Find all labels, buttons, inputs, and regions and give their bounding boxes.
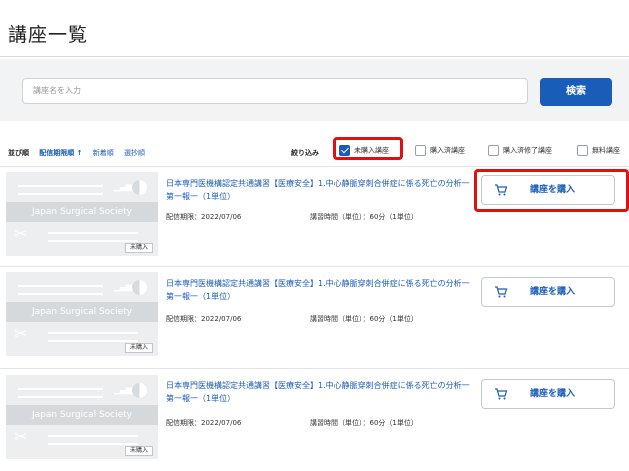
course-thumbnail[interactable]: ▁▃▅ Japan Surgical Society ✂ 未購入 bbox=[6, 375, 158, 459]
status-badge: 未購入 bbox=[125, 343, 153, 353]
status-badge: 未購入 bbox=[125, 446, 153, 456]
scissors-icon: ✂ bbox=[14, 427, 28, 446]
search-input[interactable]: 講座名を入力 bbox=[22, 78, 528, 104]
title-divider bbox=[0, 56, 629, 57]
cart-icon bbox=[495, 286, 508, 298]
checkbox-icon[interactable] bbox=[415, 145, 426, 156]
filter-purchased-completed[interactable]: 購入済修了講座 bbox=[488, 145, 552, 156]
course-divider bbox=[0, 266, 629, 267]
buy-course-button[interactable]: 講座を購入 bbox=[481, 277, 615, 307]
course-divider bbox=[0, 368, 629, 369]
filter-label: 絞り込み bbox=[291, 149, 319, 157]
course-deadline: 配信期限：2022/07/06 bbox=[166, 213, 242, 221]
sort-option-newest[interactable]: 新着順 bbox=[93, 149, 114, 157]
highlight-box bbox=[333, 137, 403, 160]
signal-icon: ▁▃▅ bbox=[114, 385, 133, 395]
sort-option-deadline[interactable]: 配信期限順 ↑ bbox=[39, 149, 82, 157]
thumbnail-society: Japan Surgical Society bbox=[6, 302, 158, 322]
course-title-link[interactable]: 日本専門医機構認定共通講習【医療安全】1.中心静脈穿刺合併症に係る死亡の分析一第… bbox=[166, 379, 476, 405]
signal-icon: ▁▃▅ bbox=[114, 282, 133, 292]
course-divider bbox=[0, 166, 629, 167]
filter-purchased[interactable]: 購入済講座 bbox=[415, 145, 465, 156]
course-thumbnail[interactable]: ▁▃▅ Japan Surgical Society ✂ 未購入 bbox=[6, 172, 158, 256]
course-hours: 講習時間（単位）：60分（1単位） bbox=[310, 213, 418, 221]
scissors-icon: ✂ bbox=[14, 224, 28, 243]
course-meta: 配信期限：2022/07/06 講習時間（単位）：60分（1単位） bbox=[166, 418, 418, 428]
thumbnail-society: Japan Surgical Society bbox=[6, 405, 158, 425]
thumbnail-society: Japan Surgical Society bbox=[6, 202, 158, 222]
course-meta: 配信期限：2022/07/06 講習時間（単位）：60分（1単位） bbox=[166, 314, 418, 324]
course-deadline: 配信期限：2022/07/06 bbox=[166, 419, 242, 427]
course-hours: 講習時間（単位）：60分（1単位） bbox=[310, 315, 418, 323]
sort-bar: 並び順 配信期限順 ↑ 新着順 選抄順 bbox=[8, 148, 153, 158]
course-title-link[interactable]: 日本専門医機構認定共通講習【医療安全】1.中心静脈穿刺合併症に係る死亡の分析一第… bbox=[166, 177, 476, 203]
page-title: 講座一覧 bbox=[8, 24, 89, 46]
pie-icon bbox=[132, 383, 147, 398]
highlight-box bbox=[474, 169, 629, 212]
status-badge: 未購入 bbox=[125, 243, 153, 253]
course-hours: 講習時間（単位）：60分（1単位） bbox=[310, 419, 418, 427]
signal-icon: ▁▃▅ bbox=[114, 182, 133, 192]
pie-icon bbox=[132, 180, 147, 195]
pie-icon bbox=[132, 280, 147, 295]
search-button[interactable]: 検索 bbox=[540, 78, 612, 106]
filter-free[interactable]: 無料講座 bbox=[577, 145, 620, 156]
course-title-link[interactable]: 日本専門医機構認定共通講習【医療安全】1.中心静脈穿刺合併症に係る死亡の分析一第… bbox=[166, 277, 476, 303]
buy-course-button[interactable]: 講座を購入 bbox=[481, 379, 615, 409]
sort-label: 並び順 bbox=[8, 149, 29, 157]
course-deadline: 配信期限：2022/07/06 bbox=[166, 315, 242, 323]
checkbox-icon[interactable] bbox=[488, 145, 499, 156]
cart-icon bbox=[495, 388, 508, 400]
course-thumbnail[interactable]: ▁▃▅ Japan Surgical Society ✂ 未購入 bbox=[6, 272, 158, 356]
course-meta: 配信期限：2022/07/06 講習時間（単位）：60分（1単位） bbox=[166, 212, 418, 222]
checkbox-icon[interactable] bbox=[577, 145, 588, 156]
sort-option-selected[interactable]: 選抄順 bbox=[124, 149, 145, 157]
scissors-icon: ✂ bbox=[14, 324, 28, 343]
